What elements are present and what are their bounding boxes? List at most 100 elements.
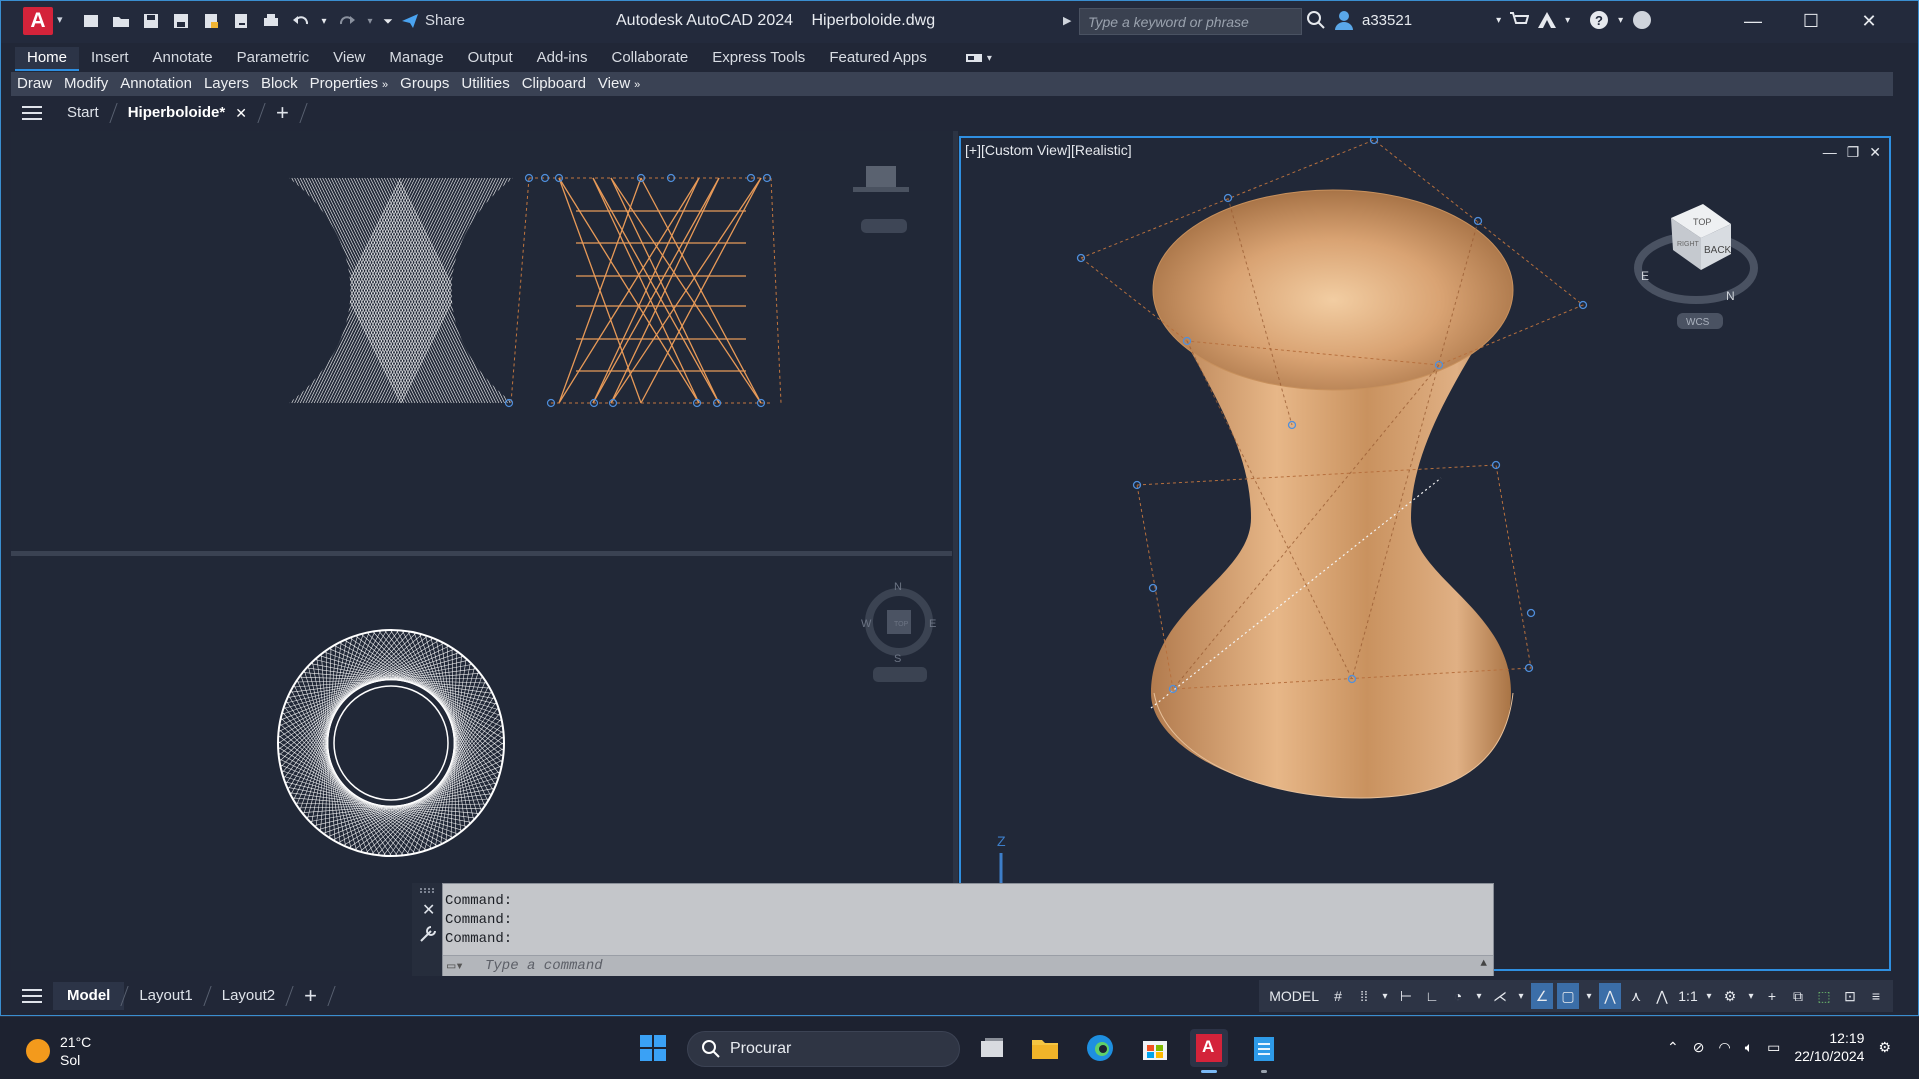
isodraft-dropdown-icon[interactable]: ▾ xyxy=(1515,983,1527,1009)
search-icon[interactable] xyxy=(1306,10,1326,30)
panel-annotation[interactable]: Annotation xyxy=(114,72,198,96)
undo-icon[interactable] xyxy=(289,9,313,33)
recent-commands-caret[interactable]: ▲ xyxy=(1480,958,1487,970)
autocad-taskbar-icon[interactable]: A xyxy=(1190,1029,1228,1073)
share-button[interactable]: Share xyxy=(401,12,465,29)
scale-dropdown-icon[interactable]: ▾ xyxy=(1703,983,1715,1009)
model-space-toggle[interactable]: MODEL xyxy=(1265,983,1323,1009)
tab-collaborate[interactable]: Collaborate xyxy=(599,47,700,71)
tab-layout2[interactable]: Layout2 xyxy=(208,982,289,1010)
wifi-icon[interactable]: ◠ xyxy=(1719,1039,1731,1056)
ortho-icon[interactable]: ∟ xyxy=(1421,983,1443,1009)
network-off-icon[interactable]: ⊘ xyxy=(1693,1039,1705,1056)
minimize-button[interactable]: — xyxy=(1724,5,1782,37)
file-tabs-menu-button[interactable] xyxy=(11,105,53,121)
new-tab-button[interactable]: + xyxy=(262,100,303,126)
viewport-restore-button[interactable]: ❐ xyxy=(1847,144,1860,161)
tab-start[interactable]: Start xyxy=(53,100,113,126)
save-icon[interactable] xyxy=(139,9,163,33)
volume-icon[interactable]: 🔈︎ xyxy=(1745,1039,1753,1056)
notifications-icon[interactable]: ⚙ xyxy=(1878,1039,1891,1056)
annotation-scale-icon[interactable]: ⋀ xyxy=(1651,983,1673,1009)
command-line-handle[interactable]: ✕ xyxy=(412,883,442,976)
notepad-icon[interactable] xyxy=(1245,1029,1283,1073)
redo-icon[interactable] xyxy=(335,9,359,33)
infer-constraints-icon[interactable]: ⊢ xyxy=(1395,983,1417,1009)
annotation-monitor-icon[interactable]: + xyxy=(1761,983,1783,1009)
autodesk-app-store-icon[interactable] xyxy=(1537,11,1557,29)
user-dropdown-icon[interactable]: ▾ xyxy=(1496,15,1501,26)
quick-properties-icon[interactable]: ⬚ xyxy=(1813,983,1835,1009)
microsoft-store-icon[interactable] xyxy=(1136,1029,1174,1067)
command-input-icon[interactable]: ▭▾ xyxy=(447,958,464,975)
save-to-web-icon[interactable] xyxy=(229,9,253,33)
wcs-menu-plan[interactable] xyxy=(873,667,927,682)
osnap-dropdown-icon[interactable]: ▾ xyxy=(1583,983,1595,1009)
tab-model[interactable]: Model xyxy=(53,982,125,1010)
panel-block[interactable]: Block xyxy=(255,72,304,96)
taskbar-search[interactable]: Procurar xyxy=(687,1031,960,1067)
object-snap-tracking-icon[interactable]: ∠ xyxy=(1531,983,1553,1009)
viewport-splitter-vertical[interactable] xyxy=(953,131,958,971)
units-icon[interactable]: ⧉ xyxy=(1787,983,1809,1009)
start-button[interactable] xyxy=(634,1029,672,1067)
isodraft-icon[interactable]: ⋌ xyxy=(1489,983,1511,1009)
task-view-icon[interactable] xyxy=(973,1029,1011,1067)
save-as-icon[interactable] xyxy=(169,9,193,33)
tab-home[interactable]: Home xyxy=(15,47,80,71)
close-button[interactable]: ✕ xyxy=(1840,5,1898,37)
new-icon[interactable] xyxy=(79,9,103,33)
customize-qat-icon[interactable]: ⏷ xyxy=(381,9,395,33)
grip[interactable] xyxy=(1526,608,1536,618)
panel-view[interactable]: View» xyxy=(592,72,646,96)
close-command-line-icon[interactable]: ✕ xyxy=(422,902,435,919)
feedback-icon[interactable] xyxy=(1631,9,1653,31)
help-search-input[interactable]: Type a keyword or phrase xyxy=(1079,8,1302,35)
tab-insert[interactable]: Insert xyxy=(79,47,141,71)
plot-icon[interactable] xyxy=(259,9,283,33)
maximize-button[interactable]: ☐ xyxy=(1782,5,1840,37)
user-icon[interactable] xyxy=(1334,10,1354,30)
object-snap-icon[interactable]: ▢ xyxy=(1557,983,1579,1009)
clean-screen-icon[interactable]: ⊡ xyxy=(1839,983,1861,1009)
viewport-3d-realistic[interactable]: [+][Custom View][Realistic] — ❐ ✕ TOP BA… xyxy=(959,136,1891,971)
clock[interactable]: 12:19 22/10/2024 xyxy=(1794,1029,1864,1065)
redo-dropdown-icon[interactable]: ▾ xyxy=(365,9,375,33)
store-dropdown-icon[interactable]: ▾ xyxy=(1565,15,1570,26)
show-hidden-icons-icon[interactable]: ⌃ xyxy=(1667,1039,1679,1056)
layout-tabs-menu-button[interactable] xyxy=(11,988,53,1004)
snap-mode-icon[interactable]: ⁞⁞ xyxy=(1353,983,1375,1009)
new-layout-button[interactable]: + xyxy=(290,982,331,1010)
polar-tracking-icon[interactable]: ◔ xyxy=(1447,983,1469,1009)
viewport-minimize-button[interactable]: — xyxy=(1823,144,1837,161)
help-icon[interactable]: ? xyxy=(1588,9,1610,31)
panel-layers[interactable]: Layers xyxy=(198,72,255,96)
help-dropdown-icon[interactable]: ▾ xyxy=(1618,15,1623,26)
edge-browser-icon[interactable] xyxy=(1081,1029,1119,1067)
panel-properties[interactable]: Properties» xyxy=(304,72,395,96)
cart-icon[interactable] xyxy=(1509,11,1530,29)
grip-dots-icon[interactable] xyxy=(420,888,434,893)
customize-wrench-icon[interactable] xyxy=(420,926,436,942)
close-tab-icon[interactable]: ✕ xyxy=(235,100,247,126)
tab-layout1[interactable]: Layout1 xyxy=(125,982,206,1010)
polar-dropdown-icon[interactable]: ▾ xyxy=(1473,983,1485,1009)
viewcube[interactable]: TOP BACK RIGHT E N WCS xyxy=(1634,204,1758,329)
tab-add-ins[interactable]: Add-ins xyxy=(525,47,600,71)
application-menu-caret[interactable]: ▾ xyxy=(57,13,63,26)
annotation-visibility-icon[interactable]: ⋀ xyxy=(1599,983,1621,1009)
panel-draw[interactable]: Draw xyxy=(11,72,58,96)
panel-groups[interactable]: Groups xyxy=(394,72,455,96)
viewcube-compass-plan[interactable]: TOP N S W E xyxy=(861,581,936,665)
battery-icon[interactable]: ▭ xyxy=(1767,1039,1780,1056)
viewcube-mini[interactable] xyxy=(866,166,896,188)
workspace-gear-icon[interactable]: ⚙ xyxy=(1719,983,1741,1009)
tab-parametric[interactable]: Parametric xyxy=(225,47,322,71)
auto-scale-icon[interactable]: ⋏ xyxy=(1625,983,1647,1009)
cube-right-face[interactable]: RIGHT xyxy=(1677,241,1700,248)
weather-widget[interactable]: 21°C Sol xyxy=(26,1033,91,1069)
tab-featured-apps[interactable]: Featured Apps xyxy=(817,47,939,71)
open-from-web-icon[interactable] xyxy=(199,9,223,33)
cube-back-face[interactable]: BACK xyxy=(1704,245,1732,256)
file-explorer-icon[interactable] xyxy=(1026,1029,1064,1067)
